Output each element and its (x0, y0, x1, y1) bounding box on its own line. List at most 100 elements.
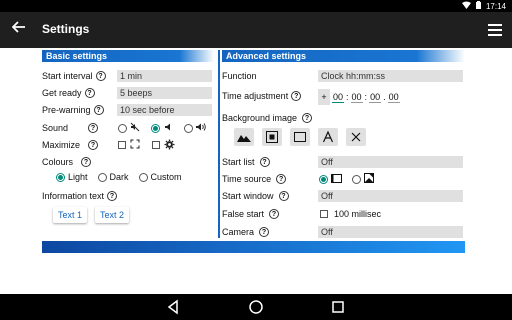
help-icon[interactable]: ? (95, 71, 106, 81)
footer-bar (42, 241, 465, 253)
time-adjustment-controls: + 00 : 00 : 00 . 00 (318, 88, 400, 106)
information-text-label: Information text (42, 191, 105, 201)
sound-label: Sound (42, 123, 69, 133)
home-circle-icon[interactable] (248, 299, 264, 315)
help-icon[interactable]: ? (278, 191, 289, 201)
get-ready-field[interactable]: 5 beeps (117, 87, 212, 99)
time-source-screen-radio[interactable] (319, 174, 328, 184)
maximize-row: Maximize ? (42, 137, 99, 153)
wifi-icon (461, 1, 471, 11)
bg-clear-button[interactable] (346, 128, 366, 146)
bg-empty-square-button[interactable] (290, 128, 310, 146)
time-separator: . (383, 92, 386, 102)
text1-button[interactable]: Text 1 (53, 207, 88, 223)
information-text-row: Information text ? (42, 188, 118, 204)
false-start-controls: 100 millisec (320, 206, 381, 222)
colours-label: Colours (42, 157, 74, 167)
colour-custom-label: Custom (150, 172, 182, 182)
start-list-label: Start list (222, 157, 255, 167)
function-field[interactable]: Clock hh:mm:ss (318, 70, 463, 82)
bg-text-button[interactable] (318, 128, 338, 146)
time-separator: : (364, 92, 368, 102)
basic-settings-header: Basic settings (42, 50, 214, 62)
get-ready-label: Get ready (42, 88, 82, 98)
false-start-value: 100 millisec (334, 209, 382, 219)
battery-icon (475, 1, 481, 11)
help-icon[interactable]: ? (88, 123, 99, 133)
app-bar: Settings (0, 12, 512, 48)
back-arrow-icon[interactable] (10, 20, 28, 38)
help-icon[interactable]: ? (84, 88, 95, 98)
advanced-settings-section: Advanced settings Function Clock hh:mm:s… (222, 50, 465, 238)
camera-label: Camera (222, 227, 255, 237)
start-window-field[interactable]: Off (318, 190, 463, 202)
screen-icon (331, 173, 342, 185)
start-list-field[interactable]: Off (318, 156, 463, 168)
time-seconds-input[interactable]: 00 (369, 92, 382, 103)
time-hundredths-input[interactable]: 00 (387, 92, 400, 103)
speaker-muted-icon (130, 122, 140, 134)
maximize-options (118, 137, 175, 153)
time-source-options (319, 171, 374, 187)
get-ready-row: Get ready ? (42, 85, 95, 101)
speaker-high-icon (196, 122, 206, 134)
system-nav-bar (0, 294, 512, 320)
false-start-label: False start (222, 209, 265, 219)
time-adjustment-label: Time adjustment (222, 91, 289, 101)
time-source-row: Time source ? (222, 171, 287, 187)
settings-content: Basic settings Start interval ? 1 min Ge… (0, 48, 512, 294)
help-icon[interactable]: ? (259, 157, 270, 167)
start-window-row: Start window ? (222, 188, 289, 204)
start-interval-label: Start interval (42, 71, 93, 81)
section-divider (218, 50, 220, 238)
sound-low-radio[interactable] (151, 123, 160, 133)
colours-options: Light Dark Custom (56, 169, 182, 185)
help-icon[interactable]: ? (276, 174, 287, 184)
start-window-label: Start window (222, 191, 274, 201)
false-start-checkbox[interactable] (320, 210, 328, 218)
colour-light-label: Light (68, 172, 88, 182)
advanced-settings-header: Advanced settings (222, 50, 465, 62)
help-icon[interactable]: ? (88, 140, 99, 150)
hamburger-menu-icon[interactable] (488, 21, 502, 37)
settings-checkbox[interactable] (152, 141, 160, 149)
help-icon[interactable]: ? (291, 91, 302, 101)
function-label: Function (222, 71, 257, 81)
colour-light-radio[interactable] (56, 172, 65, 182)
pre-warning-row: Pre-warning ? (42, 102, 104, 118)
empty-square-icon (294, 132, 306, 142)
time-minutes-input[interactable]: 00 (350, 92, 363, 103)
time-sign-button[interactable]: + (318, 89, 330, 105)
sound-mute-radio[interactable] (118, 123, 127, 133)
fullscreen-checkbox[interactable] (118, 141, 126, 149)
landscape-icon (237, 135, 251, 142)
camera-field[interactable]: Off (318, 226, 463, 238)
time-adjustment-row: Time adjustment ? (222, 88, 302, 104)
sound-options (118, 120, 206, 136)
back-triangle-icon[interactable] (166, 299, 182, 315)
bg-landscape-button[interactable] (234, 128, 254, 146)
colour-custom-radio[interactable] (138, 172, 148, 182)
recents-square-icon[interactable] (330, 299, 346, 315)
filled-square-icon (266, 131, 278, 143)
sound-high-radio[interactable] (184, 123, 193, 133)
time-source-label: Time source (222, 174, 272, 184)
help-icon[interactable]: ? (93, 105, 104, 115)
time-hours-input[interactable]: 00 (332, 92, 345, 103)
help-icon[interactable]: ? (107, 191, 118, 201)
text2-button[interactable]: Text 2 (95, 207, 130, 223)
help-icon[interactable]: ? (302, 113, 313, 123)
fullscreen-icon (130, 139, 140, 151)
speaker-low-icon (163, 122, 173, 134)
camera-row: Camera ? (222, 224, 270, 240)
start-interval-field[interactable]: 1 min (117, 70, 212, 82)
colours-row: Colours ? (42, 154, 92, 170)
bg-filled-square-button[interactable] (262, 128, 282, 146)
help-icon[interactable]: ? (81, 157, 92, 167)
colour-dark-radio[interactable] (97, 172, 107, 182)
pre-warning-field[interactable]: 10 sec before (117, 104, 212, 116)
basic-settings-section: Basic settings Start interval ? 1 min Ge… (42, 50, 214, 223)
help-icon[interactable]: ? (259, 227, 270, 237)
time-source-gps-radio[interactable] (352, 174, 361, 184)
help-icon[interactable]: ? (269, 209, 280, 219)
